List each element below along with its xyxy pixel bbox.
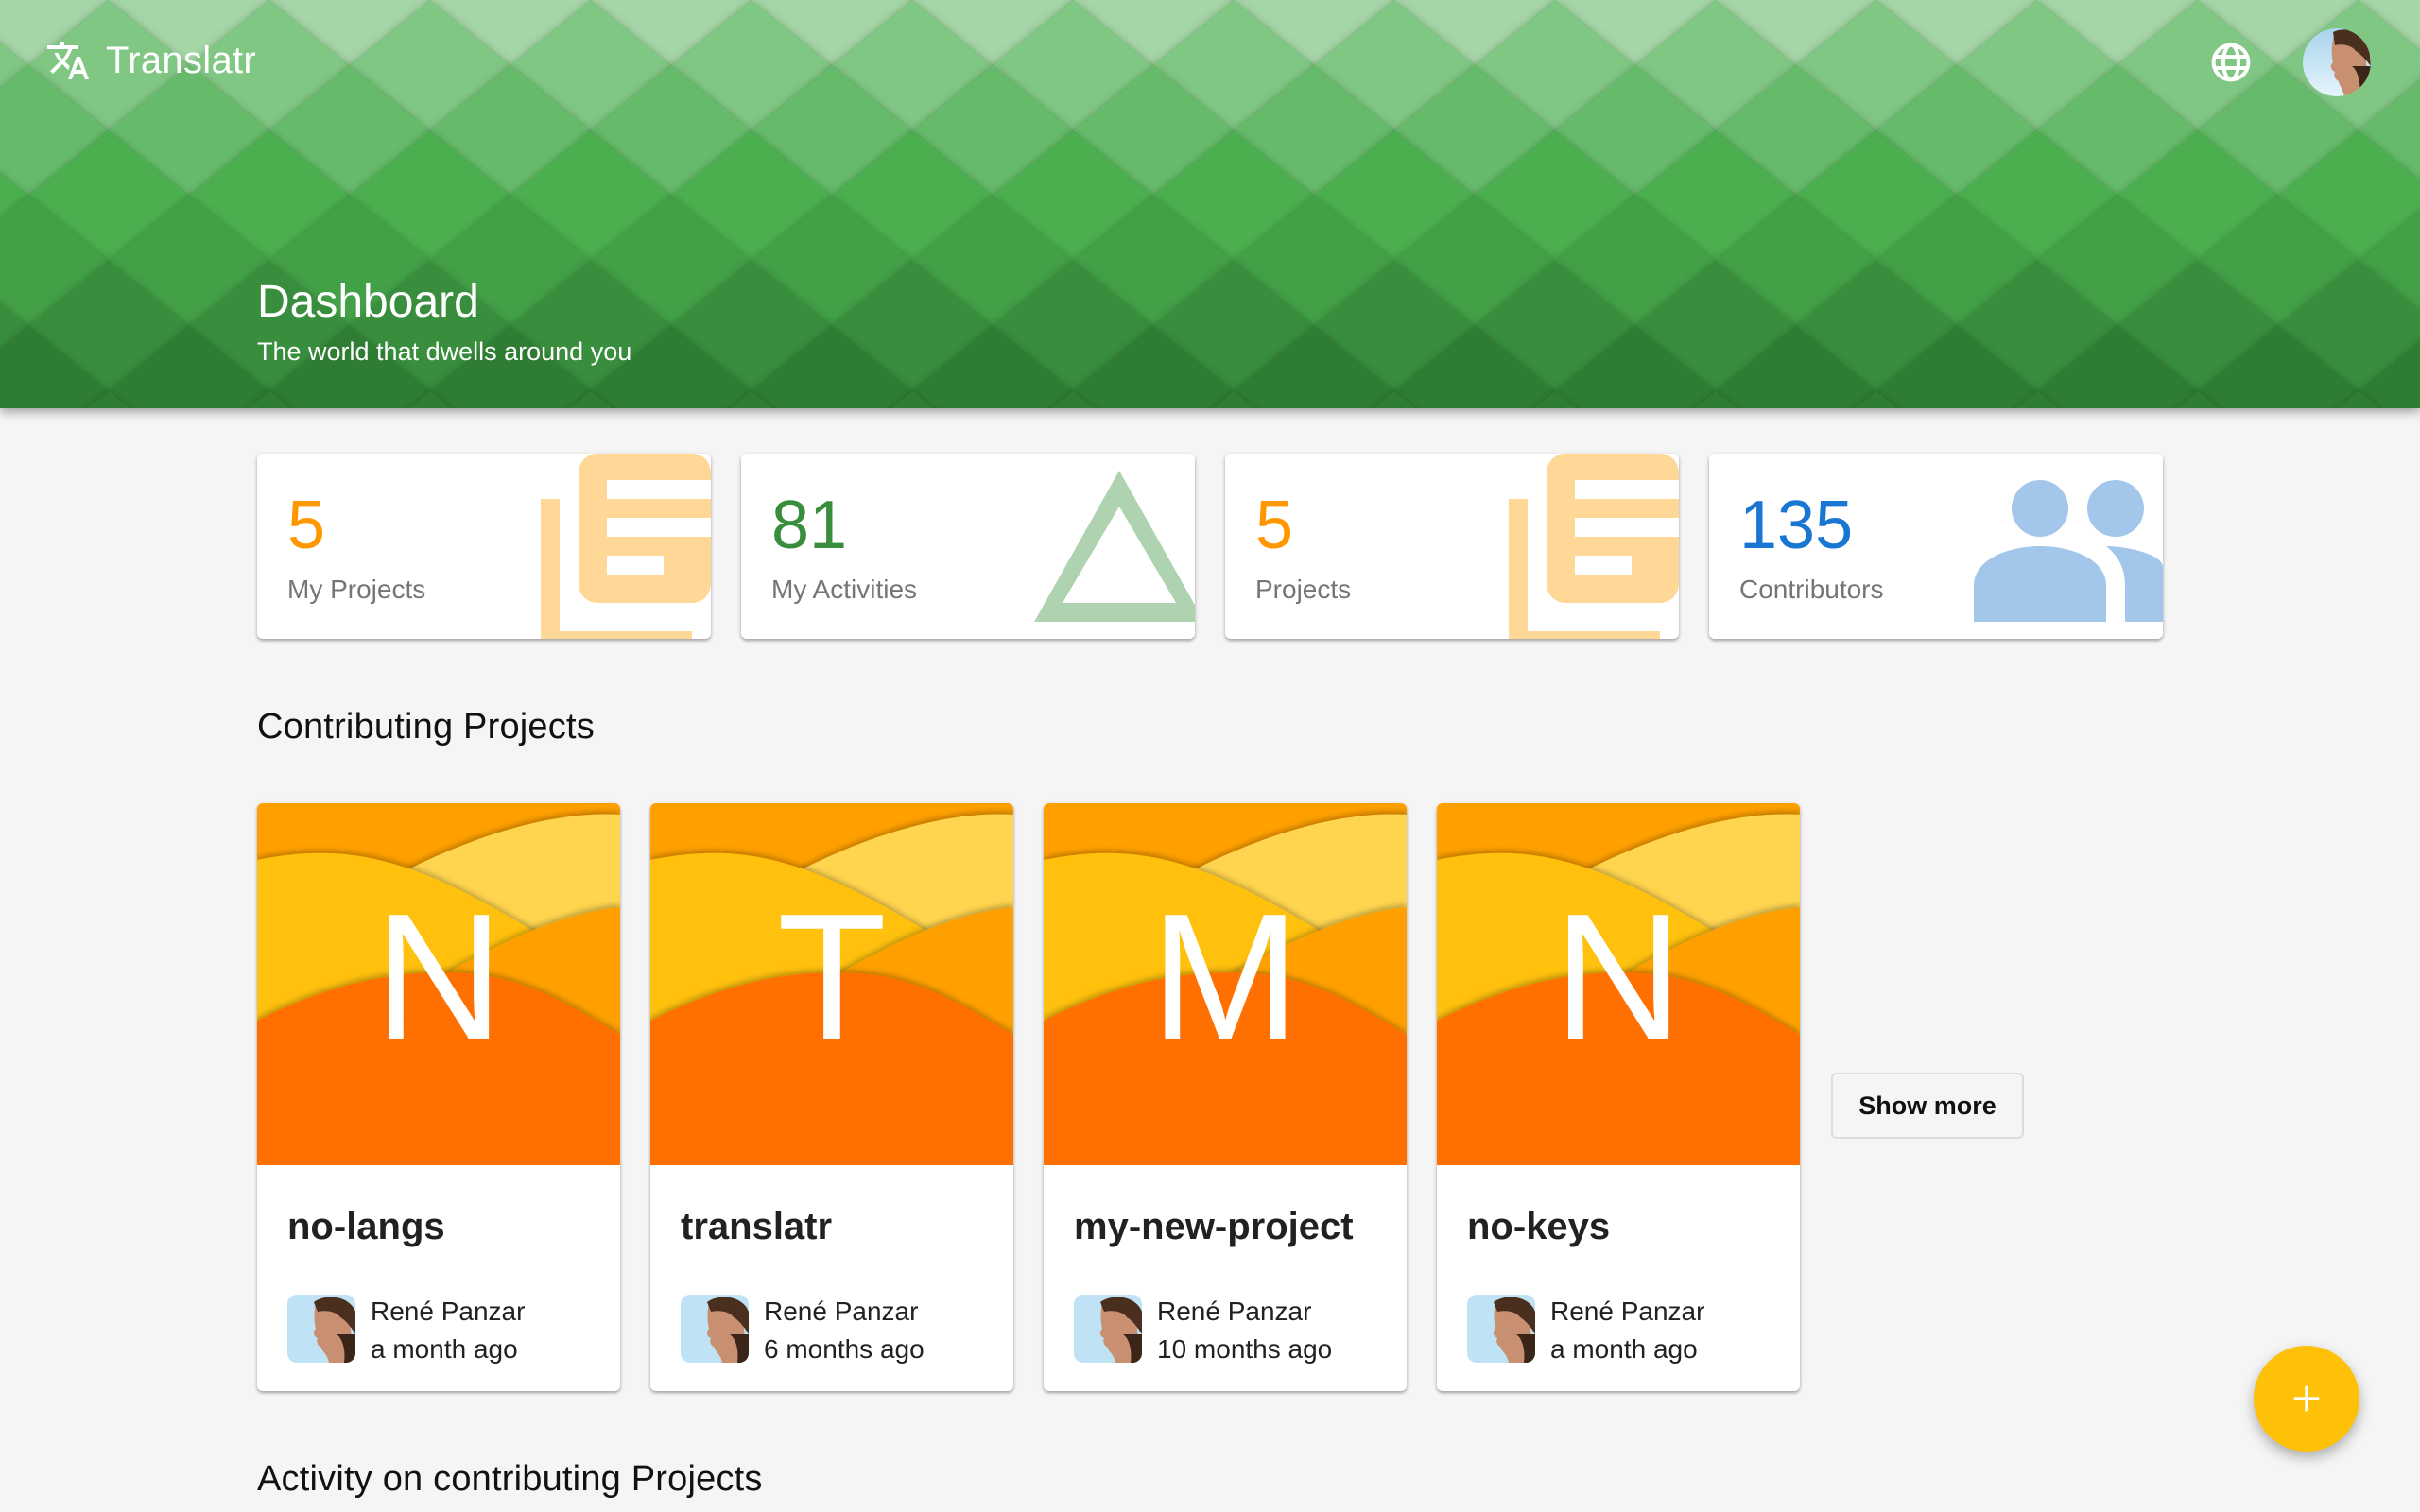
library-books-icon	[1509, 454, 1679, 639]
page-heading: Dashboard The world that dwells around y…	[257, 274, 631, 370]
project-image: T	[650, 803, 1013, 1165]
project-owner: René Panzar a month ago	[1467, 1295, 1704, 1366]
user-avatar[interactable]	[2303, 28, 2371, 96]
stat-label: Projects	[1255, 575, 1352, 604]
globe-icon	[2211, 43, 2251, 82]
owner-name: René Panzar	[1550, 1297, 1705, 1326]
project-owner: René Panzar a month ago	[287, 1295, 525, 1366]
owner-avatar	[1074, 1295, 1142, 1363]
owner-name: René Panzar	[764, 1297, 919, 1326]
stat-value: 5	[287, 488, 326, 563]
owner-text: René Panzar 6 months ago	[764, 1295, 925, 1366]
project-card-translatr[interactable]: T translatr René Panzar 6 months ago	[650, 803, 1013, 1391]
page-title: Dashboard	[257, 277, 479, 327]
user-photo	[2303, 28, 2371, 96]
translate-icon	[47, 42, 89, 79]
updated-time: 10 months ago	[1157, 1334, 1333, 1364]
updated-time: 6 months ago	[764, 1334, 925, 1364]
project-initial: N	[1553, 876, 1684, 1077]
project-name[interactable]: no-langs	[287, 1206, 445, 1248]
library-books-icon	[541, 454, 711, 639]
plus-icon	[2293, 1385, 2320, 1412]
project-image: N	[1437, 803, 1800, 1165]
owner-text: René Panzar 10 months ago	[1157, 1295, 1332, 1366]
project-name[interactable]: my-new-project	[1074, 1206, 1354, 1248]
section-title-activity: Activity on contributing Projects	[257, 1459, 763, 1499]
project-owner: René Panzar 10 months ago	[1074, 1295, 1332, 1366]
triangle-outline-icon	[1034, 471, 1195, 622]
stat-value: 135	[1739, 488, 1854, 563]
stat-label: Contributors	[1739, 575, 1884, 604]
page-subtitle: The world that dwells around you	[257, 337, 632, 366]
toolbar: Translatr	[0, 0, 2420, 121]
project-card-no-langs[interactable]: N no-langs René Panzar a month ago	[257, 803, 620, 1391]
stat-card-my-activities[interactable]: 81 My Activities	[741, 454, 1195, 639]
project-name[interactable]: translatr	[681, 1206, 832, 1248]
stat-card-contributors[interactable]: 135 Contributors	[1709, 454, 2163, 639]
owner-text: René Panzar a month ago	[1550, 1295, 1704, 1366]
show-more-button[interactable]: Show more	[1831, 1073, 2024, 1139]
project-card-my-new-project[interactable]: M my-new-project René Panzar 10 months a…	[1044, 803, 1407, 1391]
owner-name: René Panzar	[1157, 1297, 1312, 1326]
project-image: N	[257, 803, 620, 1165]
owner-avatar	[681, 1295, 749, 1363]
project-owner: René Panzar 6 months ago	[681, 1295, 925, 1366]
project-initial: N	[373, 876, 504, 1077]
stat-card-projects[interactable]: 5 Projects	[1225, 454, 1679, 639]
owner-photo	[1467, 1295, 1535, 1363]
stat-value: 81	[771, 488, 848, 563]
owner-name: René Panzar	[371, 1297, 526, 1326]
updated-time: a month ago	[1550, 1334, 1698, 1364]
people-icon	[1974, 480, 2163, 622]
owner-avatar	[1467, 1295, 1535, 1363]
owner-avatar	[287, 1295, 355, 1363]
stat-card-my-projects[interactable]: 5 My Projects	[257, 454, 711, 639]
project-name[interactable]: no-keys	[1467, 1206, 1610, 1248]
add-project-fab[interactable]	[2254, 1346, 2360, 1452]
stat-label: My Activities	[771, 575, 918, 604]
project-image: M	[1044, 803, 1407, 1165]
section-title-contributing-projects: Contributing Projects	[257, 707, 595, 747]
brand-home-link[interactable]: Translatr	[45, 38, 256, 83]
project-card-no-keys[interactable]: N no-keys René Panzar a month ago	[1437, 803, 1800, 1391]
stat-value: 5	[1255, 488, 1294, 563]
app-title: Translatr	[106, 39, 257, 81]
stat-label: My Projects	[287, 575, 426, 604]
owner-photo	[1074, 1295, 1142, 1363]
updated-time: a month ago	[371, 1334, 518, 1364]
project-initial: M	[1150, 876, 1301, 1077]
project-initial: T	[776, 876, 888, 1077]
owner-text: René Panzar a month ago	[371, 1295, 525, 1366]
projects-list: N no-langs René Panzar a month ago T tra…	[257, 803, 1800, 1391]
owner-photo	[681, 1295, 749, 1363]
dashboard-header: Translatr Dashboard The world that dwell…	[0, 0, 2420, 408]
stats-row: 5 My Projects 81 My Activities 5 Project…	[257, 454, 2163, 639]
language-button[interactable]	[2208, 40, 2254, 85]
owner-photo	[287, 1295, 355, 1363]
